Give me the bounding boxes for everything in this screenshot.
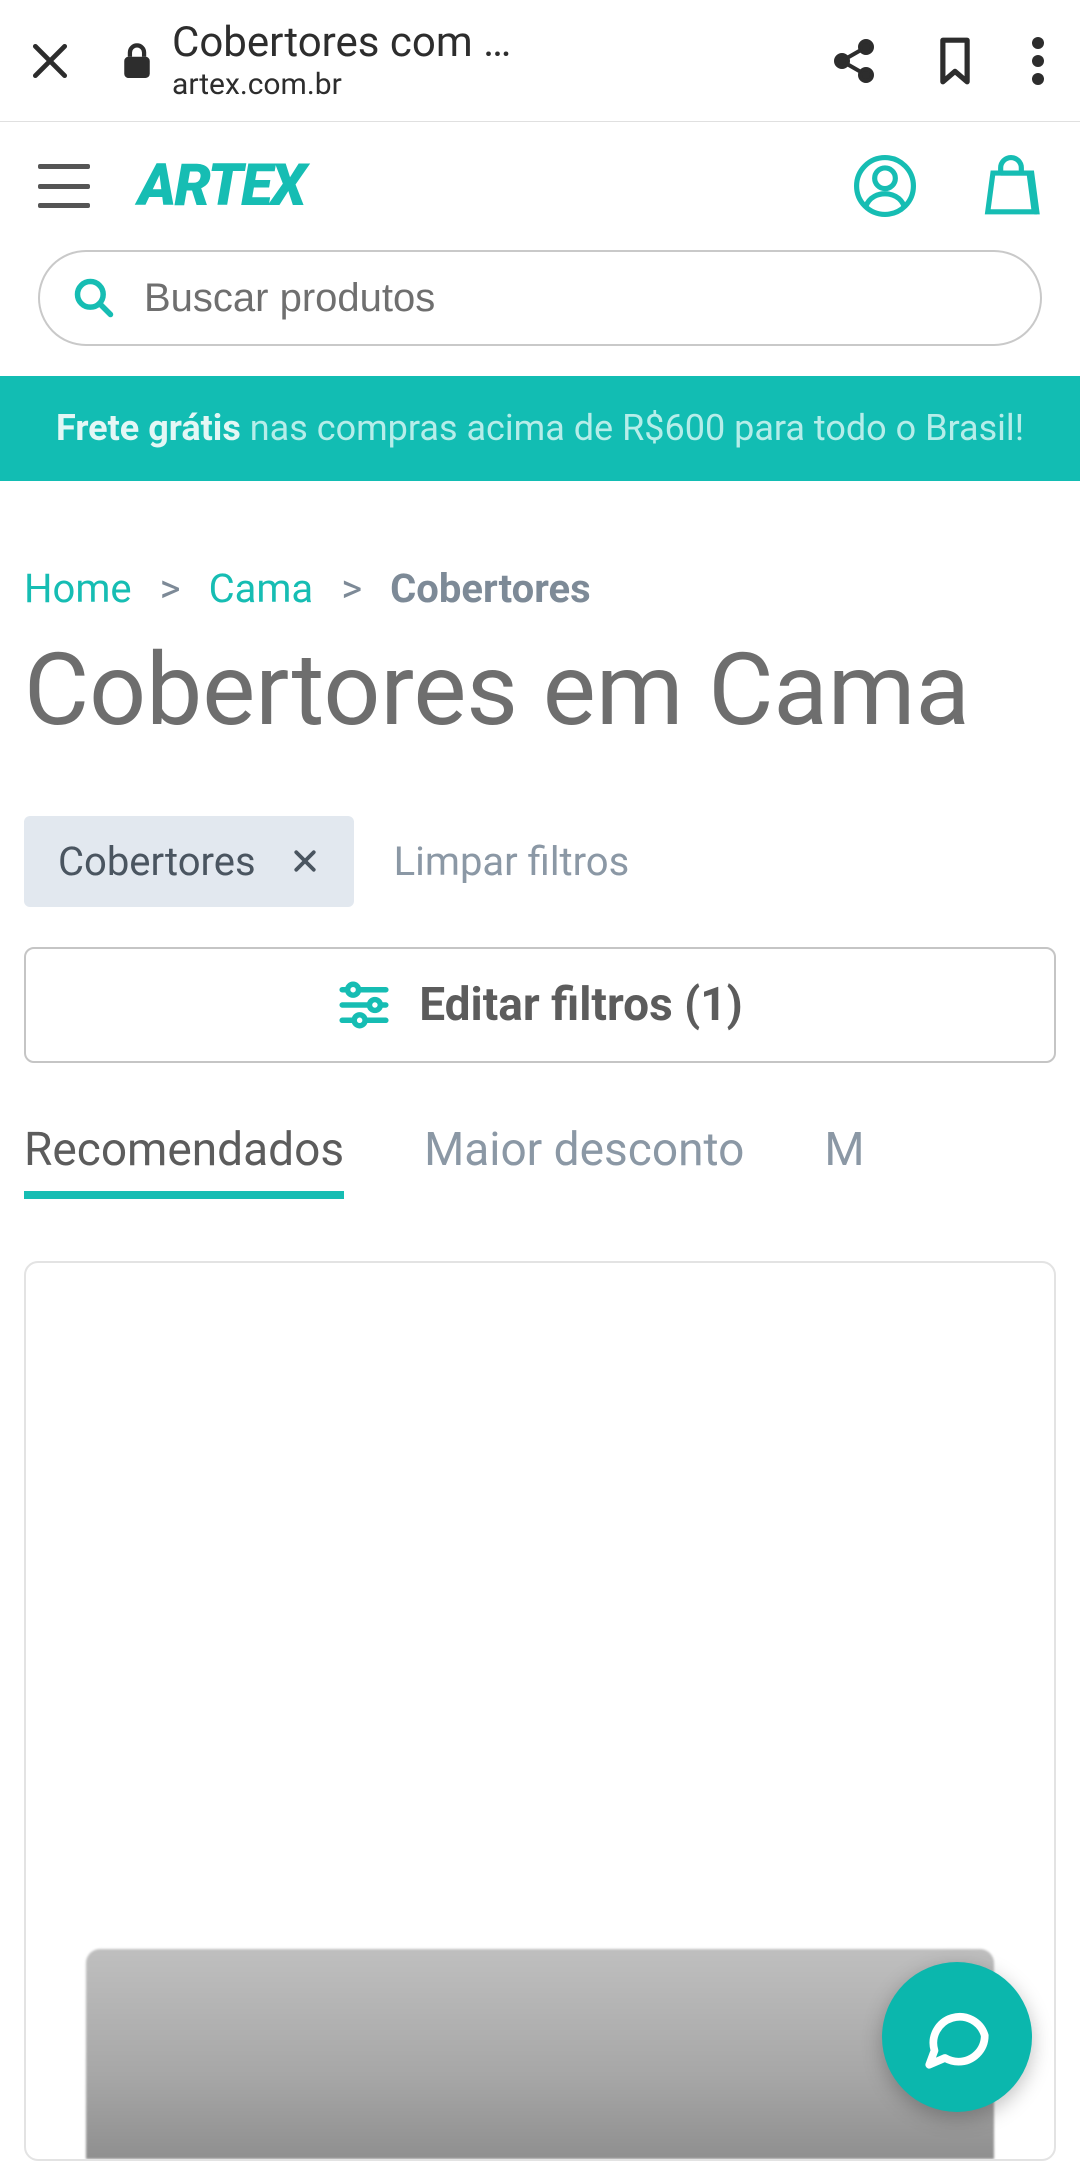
- sort-tabs: Recomendados Maior desconto M: [24, 1123, 1056, 1199]
- search-section: [0, 250, 1080, 376]
- edit-filters-label: Editar filtros (1): [419, 978, 743, 1032]
- page-title: Cobertores em Cama: [24, 636, 1056, 746]
- product-image: [86, 1949, 994, 2159]
- menu-button[interactable]: [38, 164, 90, 208]
- close-icon[interactable]: [28, 39, 72, 83]
- breadcrumb-current: Cobertores: [390, 565, 591, 612]
- breadcrumb-home[interactable]: Home: [24, 565, 132, 612]
- site-logo[interactable]: ARTEX: [138, 152, 305, 220]
- promo-bold: Frete grátis: [56, 407, 241, 449]
- lock-icon: [120, 41, 154, 81]
- site-header: ARTEX: [0, 122, 1080, 250]
- sort-tab-maior-desconto[interactable]: Maior desconto: [424, 1123, 744, 1199]
- breadcrumb-separator: >: [341, 565, 362, 612]
- filter-chips-row: Cobertores Limpar filtros: [24, 816, 1056, 907]
- edit-filters-button[interactable]: Editar filtros (1): [24, 947, 1056, 1063]
- account-icon[interactable]: [854, 155, 916, 217]
- clear-filters-link[interactable]: Limpar filtros: [394, 838, 630, 885]
- browser-url: artex.com.br: [172, 68, 800, 101]
- sort-tab-recomendados[interactable]: Recomendados: [24, 1123, 344, 1199]
- breadcrumb: Home > Cama > Cobertores: [24, 481, 1056, 612]
- chat-icon: [920, 2000, 994, 2074]
- bookmark-icon[interactable]: [934, 35, 976, 87]
- close-icon[interactable]: [290, 846, 320, 876]
- cart-icon[interactable]: [980, 155, 1042, 217]
- browser-bar: Cobertores com … artex.com.br: [0, 0, 1080, 122]
- filter-chip[interactable]: Cobertores: [24, 816, 354, 907]
- chat-button[interactable]: [882, 1962, 1032, 2112]
- promo-text: nas compras acima de R$600 para todo o B…: [241, 407, 1024, 449]
- sliders-icon: [337, 981, 391, 1029]
- share-icon[interactable]: [830, 37, 878, 85]
- filter-chip-label: Cobertores: [58, 838, 256, 885]
- more-icon[interactable]: [1032, 37, 1044, 85]
- breadcrumb-separator: >: [160, 565, 181, 612]
- promo-banner: Frete grátis nas compras acima de R$600 …: [0, 376, 1080, 481]
- breadcrumb-cama[interactable]: Cama: [209, 565, 314, 612]
- search-input[interactable]: [144, 276, 1008, 321]
- browser-tab-title: Cobertores com …: [172, 20, 800, 66]
- sort-tab-more[interactable]: M: [824, 1123, 864, 1199]
- browser-title-box[interactable]: Cobertores com … artex.com.br: [172, 20, 800, 101]
- search-box[interactable]: [38, 250, 1042, 346]
- search-icon: [72, 276, 116, 320]
